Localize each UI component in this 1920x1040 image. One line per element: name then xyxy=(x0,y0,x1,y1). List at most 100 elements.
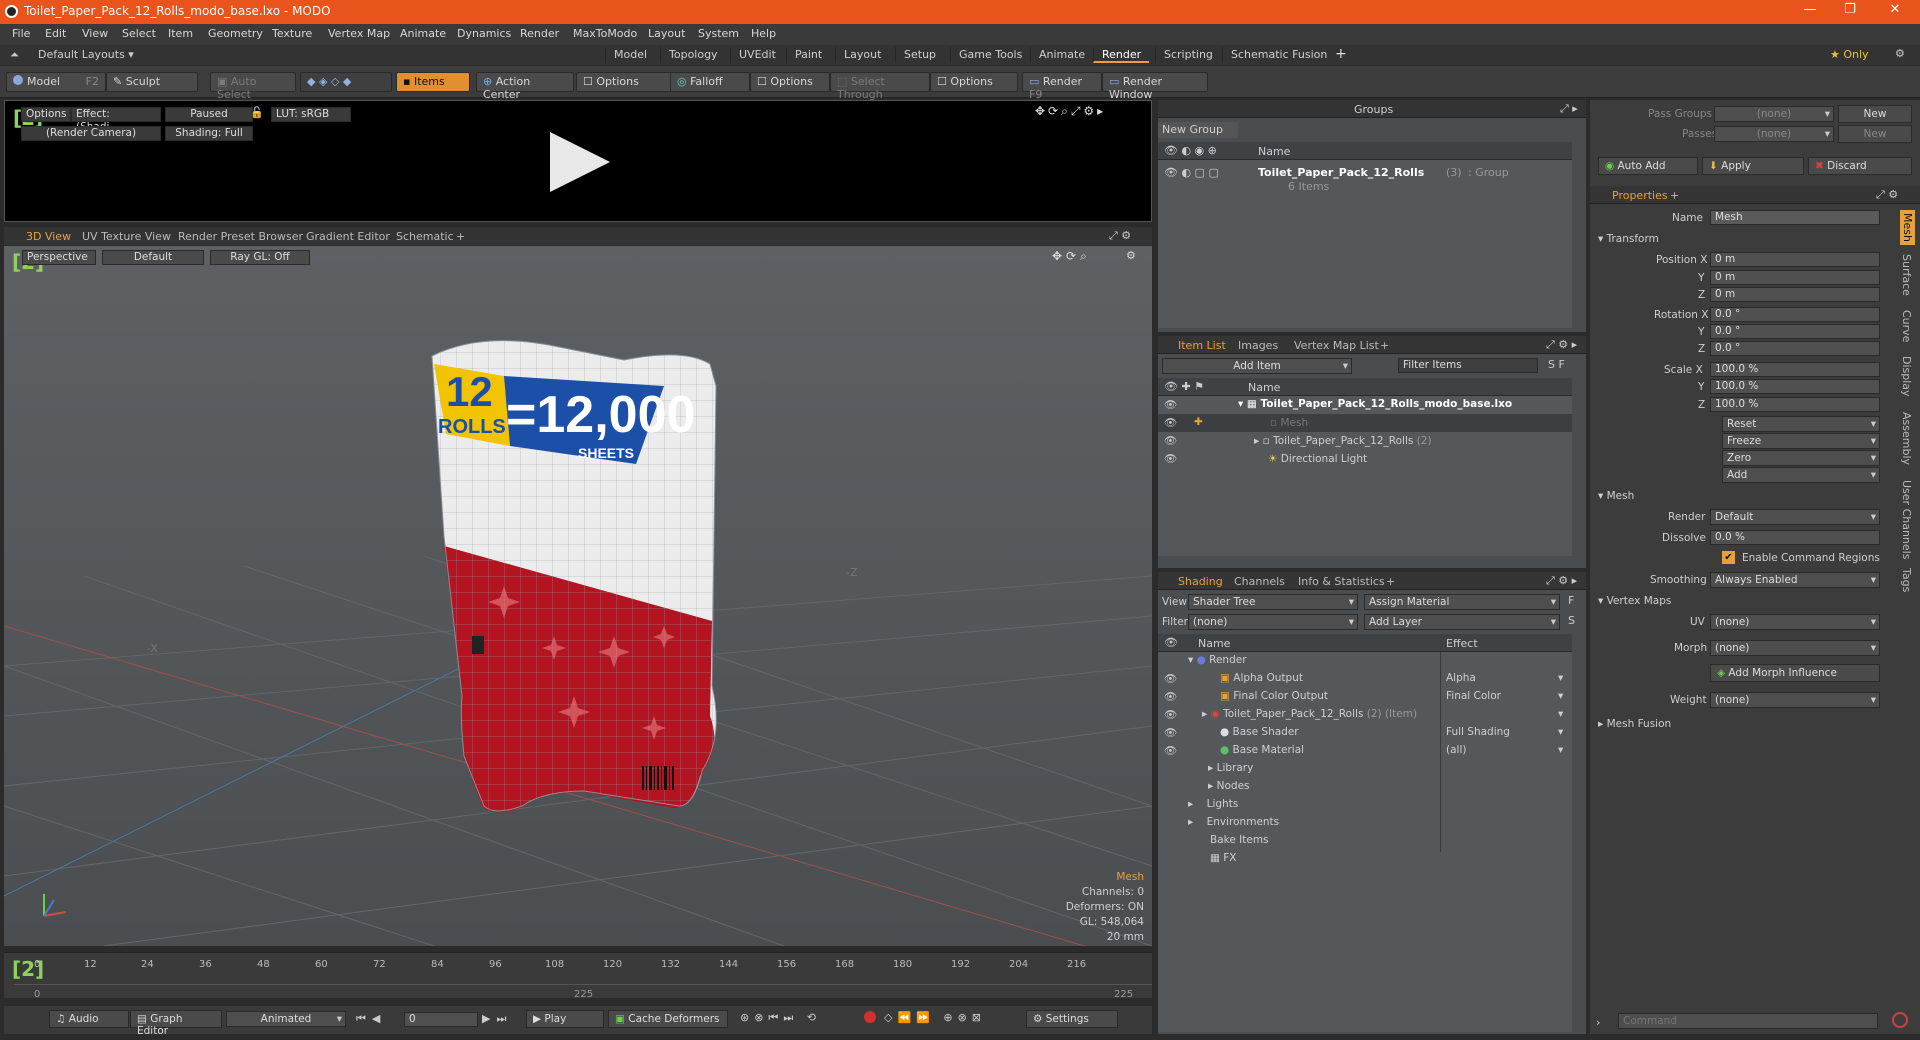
tab-info-statistics[interactable]: Info & Statistics xyxy=(1292,574,1391,589)
command-input[interactable] xyxy=(1618,1013,1878,1029)
select-options-button[interactable]: ☐ Options xyxy=(930,72,1018,92)
selection-mode-buttons[interactable]: ◆ ◈ ◇ ◆ xyxy=(300,72,392,92)
collapse-icon[interactable]: ⏶ xyxy=(10,48,19,62)
position-z-field[interactable]: 0 m xyxy=(1710,287,1880,302)
position-x-field[interactable]: 0 m xyxy=(1710,252,1880,267)
falloff-options-button[interactable]: ☐ Options xyxy=(750,72,830,92)
shading-s-button[interactable]: S xyxy=(1568,614,1575,627)
command-stop-icon[interactable] xyxy=(1892,1012,1908,1028)
mesh-fusion-section[interactable]: ▸ Mesh Fusion xyxy=(1598,718,1671,730)
add-layer-dropdown[interactable]: Add Layer xyxy=(1364,614,1560,630)
menu-texture[interactable]: Texture xyxy=(272,27,312,40)
side-tab-assembly[interactable]: Assembly xyxy=(1900,412,1913,465)
new-group-button[interactable]: New Group xyxy=(1158,122,1238,138)
scale-y-field[interactable]: 100.0 % xyxy=(1710,379,1880,394)
side-tab-surface[interactable]: Surface xyxy=(1900,254,1913,296)
assign-material-dropdown[interactable]: Assign Material xyxy=(1364,594,1560,610)
menu-system[interactable]: System xyxy=(698,27,739,40)
tab-game-tools[interactable]: Game Tools xyxy=(950,47,1030,63)
morph-dropdown[interactable]: (none) xyxy=(1710,640,1880,656)
menu-item[interactable]: Item xyxy=(168,27,193,40)
menu-layout[interactable]: Layout xyxy=(648,27,685,40)
menu-view[interactable]: View xyxy=(82,27,108,40)
rotation-z-field[interactable]: 0.0 ° xyxy=(1710,341,1880,356)
shader-row-library[interactable]: ▸ Library xyxy=(1158,760,1572,778)
shader-row-fx[interactable]: ▦ FX xyxy=(1158,850,1572,868)
tab-model[interactable]: Model xyxy=(605,47,655,63)
view-dropdown[interactable]: Shader Tree xyxy=(1188,594,1358,610)
rotation-y-field[interactable]: 0.0 ° xyxy=(1710,324,1880,339)
eye-icon[interactable]: 👁 xyxy=(1164,726,1177,739)
tab-paint[interactable]: Paint xyxy=(786,47,830,63)
play-icon[interactable] xyxy=(545,127,615,197)
tab-schematic-fusion[interactable]: Schematic Fusion xyxy=(1222,47,1335,63)
reset-dropdown[interactable]: Reset xyxy=(1722,416,1880,432)
transport-forward-icons[interactable]: ▶⏭ xyxy=(482,1012,512,1026)
new-pass-button[interactable]: New xyxy=(1838,125,1912,143)
rotation-x-field[interactable]: 0.0 ° xyxy=(1710,307,1880,322)
preview-options-button[interactable]: Options xyxy=(21,107,71,122)
shader-row-lights[interactable]: ▸ Lights xyxy=(1158,796,1572,814)
eye-icon[interactable]: 👁 xyxy=(1164,416,1177,429)
uv-dropdown[interactable]: (none) xyxy=(1710,614,1880,630)
alpha-output-effect[interactable]: Alpha xyxy=(1446,672,1476,684)
tab-shading[interactable]: Shading xyxy=(1172,574,1229,589)
tab-scripting[interactable]: Scripting xyxy=(1155,47,1221,63)
shader-row-base-shader[interactable]: 👁 ● Base Shader Full Shading ▾ xyxy=(1158,724,1572,742)
tab-render[interactable]: Render xyxy=(1093,47,1150,63)
add-tab-button[interactable]: + xyxy=(1335,46,1347,62)
lut-dropdown[interactable]: LUT: sRGB xyxy=(271,107,351,122)
side-tab-tags[interactable]: Tags xyxy=(1900,568,1913,592)
eye-icon[interactable]: 👁 xyxy=(1164,672,1177,685)
shader-row-nodes[interactable]: ▸ Nodes xyxy=(1158,778,1572,796)
freeze-dropdown[interactable]: Freeze xyxy=(1722,433,1880,449)
menu-file[interactable]: File xyxy=(12,27,30,40)
menu-render[interactable]: Render xyxy=(520,27,559,40)
sculpt-button[interactable]: ✎ Sculpt xyxy=(106,72,198,92)
tab-topology[interactable]: Topology xyxy=(660,47,726,63)
viewport-expand-icon[interactable]: ⤢ ⚙ xyxy=(1109,229,1131,243)
close-button[interactable]: ✕ xyxy=(1885,2,1905,22)
eye-icon[interactable]: 👁 xyxy=(1164,434,1177,447)
item-row-group[interactable]: 👁 ▸ ▫ Toilet_Paper_Pack_12_Rolls (2) xyxy=(1158,432,1572,450)
add-properties-tab[interactable]: + xyxy=(1664,188,1685,203)
default-layouts-dropdown[interactable]: Default Layouts ▾ xyxy=(38,48,134,61)
animated-dropdown[interactable]: Animated xyxy=(226,1011,346,1027)
tab-vertex-map-list[interactable]: Vertex Map List xyxy=(1288,338,1385,353)
dissolve-field[interactable]: 0.0 % xyxy=(1710,530,1880,545)
pass-groups-dropdown[interactable]: (none) xyxy=(1714,106,1834,122)
menu-vertex-map[interactable]: Vertex Map xyxy=(328,27,390,40)
menu-maxtomodo[interactable]: MaxToModo xyxy=(573,27,637,40)
preview-effect-dropdown[interactable]: Effect: (Shadi... xyxy=(71,107,161,133)
items-mode-button[interactable]: ▪ Items xyxy=(396,72,470,92)
raygl-dropdown[interactable]: Ray GL: Off xyxy=(210,250,310,265)
discard-button[interactable]: ✖ Discard xyxy=(1808,157,1912,175)
side-tab-mesh[interactable]: Mesh xyxy=(1900,210,1915,245)
tab-setup[interactable]: Setup xyxy=(895,47,944,63)
action-center-options-button[interactable]: ☐ Options xyxy=(576,72,672,92)
maximize-button[interactable]: ❐ xyxy=(1840,2,1860,22)
menu-select[interactable]: Select xyxy=(122,27,156,40)
shading-expand-icon[interactable]: ⤢ ⚙ ▸ xyxy=(1546,574,1577,588)
base-material-effect[interactable]: (all) xyxy=(1446,744,1466,756)
shader-row-render[interactable]: ▾ ● Render xyxy=(1158,652,1572,670)
item-row-scene[interactable]: 👁 ▾ ▦ Toilet_Paper_Pack_12_Rolls_modo_ba… xyxy=(1158,396,1572,414)
falloff-button[interactable]: ◎ Falloff xyxy=(670,72,750,92)
apply-button[interactable]: ⬇ Apply xyxy=(1702,157,1804,175)
cache-deformers-button[interactable]: ▣ Cache Deformers xyxy=(608,1010,728,1028)
auto-add-button[interactable]: ◉ Auto Add xyxy=(1598,157,1698,175)
filter-buttons[interactable]: S F xyxy=(1548,358,1565,371)
menu-edit[interactable]: Edit xyxy=(45,27,66,40)
3d-viewport[interactable]: [2] Perspective Default Ray GL: Off ✥⟳⌕ … xyxy=(4,246,1152,946)
transport-back-icons[interactable]: ⏮◀ xyxy=(356,1012,386,1026)
new-pass-group-button[interactable]: New xyxy=(1838,105,1912,123)
timeline[interactable]: [2] 0 12 24 36 48 60 72 84 96 108 120 13… xyxy=(4,952,1152,1000)
shader-row-final-color[interactable]: 👁 ▣ Final Color Output Final Color ▾ xyxy=(1158,688,1572,706)
auto-select-button[interactable]: ▣ Auto Select xyxy=(210,72,296,101)
side-tab-curve[interactable]: Curve xyxy=(1900,310,1913,342)
tab-animate[interactable]: Animate xyxy=(1030,47,1093,63)
perspective-dropdown[interactable]: Perspective xyxy=(22,250,96,265)
key-nav-icons[interactable]: ◇⏪⏩ ⊕⊗⊠ xyxy=(884,1011,986,1024)
key-tool-icons[interactable]: ⊛⊗⏮⏭ ⟲ xyxy=(740,1011,821,1025)
eye-icon[interactable]: 👁 xyxy=(1164,744,1177,757)
